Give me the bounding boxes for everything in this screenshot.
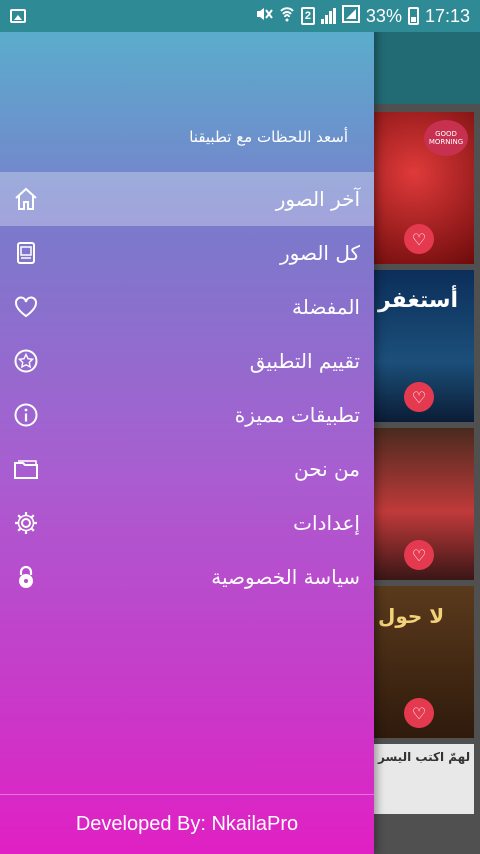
status-bar: 2 33% 17:13 (0, 0, 480, 32)
mute-icon (255, 5, 273, 28)
gear-icon (12, 509, 40, 537)
heart-icon (12, 293, 40, 321)
menu-item-latest-photos[interactable]: آخر الصور (0, 172, 374, 226)
menu-item-favorites[interactable]: المفضلة (0, 280, 374, 334)
drawer-header: أسعد اللحظات مع تطبيقنا (0, 32, 374, 172)
favorite-button[interactable]: ♡ (404, 698, 434, 728)
image-thumbnail[interactable]: ♡ (374, 428, 474, 580)
menu-item-about-us[interactable]: من نحن (0, 442, 374, 496)
wifi-call-icon (279, 5, 295, 28)
favorite-button[interactable]: ♡ (404, 540, 434, 570)
status-bar-right: 2 33% 17:13 (255, 4, 470, 28)
favorite-button[interactable]: ♡ (404, 224, 434, 254)
image-thumbnail[interactable]: GOOD MORNING ♡ (374, 112, 474, 264)
menu-item-label: كل الصور (279, 241, 360, 265)
star-rate-icon (12, 347, 40, 375)
info-icon (12, 401, 40, 429)
thumbnail-text: أستغفر (378, 288, 459, 313)
image-thumbnail[interactable]: لا حول ♡ (374, 586, 474, 738)
photo-album-icon (12, 239, 40, 267)
thumbnail-text: لهمّ اكتب اليسر (378, 750, 471, 764)
lock-icon (12, 563, 40, 591)
menu-item-featured-apps[interactable]: تطبيقات مميزة (0, 388, 374, 442)
navigation-drawer: أسعد اللحظات مع تطبيقنا آخر الصور كل الص… (0, 0, 374, 854)
status-bar-left (10, 9, 26, 23)
battery-percent: 33% (365, 5, 402, 26)
menu-item-settings[interactable]: إعدادات (0, 496, 374, 550)
menu-item-rate-app[interactable]: تقييم التطبيق (0, 334, 374, 388)
favorite-button[interactable]: ♡ (404, 382, 434, 412)
clock: 17:13 (424, 5, 470, 26)
heart-icon: ♡ (411, 703, 427, 723)
menu-item-label: تطبيقات مميزة (234, 403, 360, 427)
signal-icon (320, 8, 336, 24)
drawer-footer: Developed By: NkailaPro (0, 794, 374, 854)
menu-item-privacy-policy[interactable]: سياسة الخصوصية (0, 550, 374, 604)
menu-item-label: سياسة الخصوصية (211, 565, 360, 589)
app-toolbar (374, 32, 480, 104)
image-thumbnail[interactable]: أستغفر ♡ (374, 270, 474, 422)
sim-icon: 2 (300, 7, 315, 25)
home-icon (12, 185, 40, 213)
signal-outline-icon (341, 4, 360, 28)
folder-icon (12, 455, 40, 483)
thumbnail-text: لا حول (378, 604, 445, 628)
good-morning-badge: GOOD MORNING (424, 120, 468, 156)
drawer-header-text: أسعد اللحظات مع تطبيقنا (189, 128, 348, 146)
battery-icon (407, 7, 419, 25)
menu-item-all-photos[interactable]: كل الصور (0, 226, 374, 280)
gallery-notification-icon (10, 9, 26, 23)
background-app: GOOD MORNING ♡ أستغفر ♡ ♡ لا حول ♡ لهمّ … (374, 32, 480, 854)
menu-item-label: من نحن (294, 457, 360, 481)
menu-item-label: المفضلة (291, 295, 360, 319)
menu-item-label: آخر الصور (275, 187, 360, 211)
developer-credit: Developed By: NkailaPro (75, 813, 299, 835)
drawer-menu: آخر الصور كل الصور المفضلة تقييم التطبيق (0, 172, 374, 604)
heart-icon: ♡ (411, 545, 427, 565)
heart-icon: ♡ (411, 387, 427, 407)
menu-item-label: إعدادات (293, 511, 360, 535)
menu-item-label: تقييم التطبيق (249, 349, 360, 373)
heart-icon: ♡ (411, 229, 427, 249)
image-thumbnail[interactable]: لهمّ اكتب اليسر (374, 744, 474, 814)
